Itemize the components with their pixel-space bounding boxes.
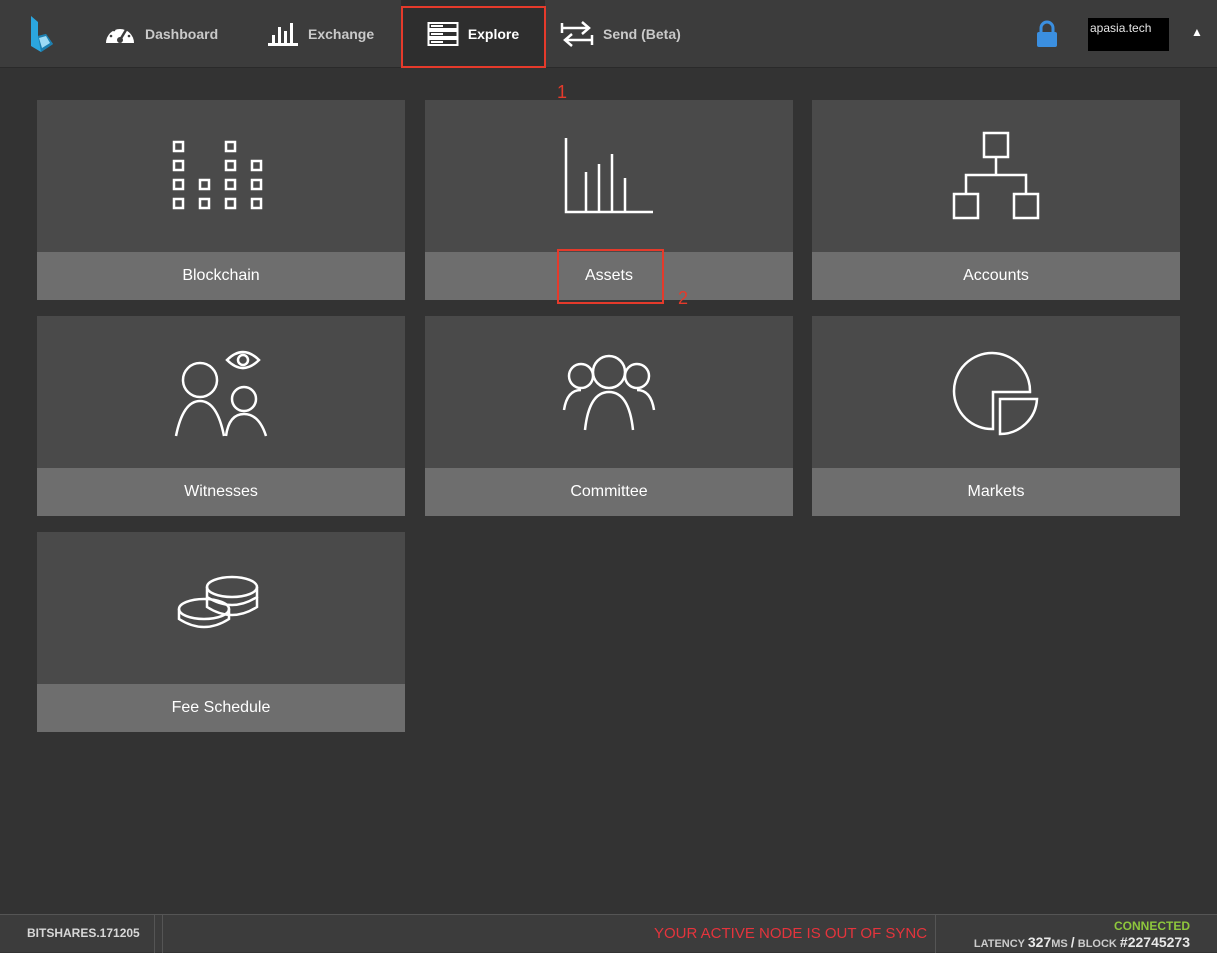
connection-status[interactable]: CONNECTED LATENCY 327MS / BLOCK #2274527… bbox=[935, 915, 1217, 953]
blockchain-blocks-icon bbox=[172, 140, 263, 210]
readout-separator: / bbox=[1070, 934, 1075, 950]
tile-icon-area bbox=[37, 316, 405, 468]
committee-group-icon bbox=[562, 354, 656, 431]
tile-markets-label: Markets bbox=[812, 468, 1180, 516]
version-label[interactable]: BITSHARES.171205 bbox=[0, 915, 155, 953]
bitshares-logo[interactable] bbox=[26, 14, 56, 54]
tile-assets-label: Assets bbox=[425, 252, 793, 300]
tile-blockchain[interactable]: Blockchain bbox=[37, 100, 405, 300]
nav-dashboard[interactable]: Dashboard bbox=[104, 0, 218, 68]
block-label: BLOCK bbox=[1077, 938, 1117, 950]
account-menu-caret-icon[interactable]: ▲ bbox=[1191, 25, 1203, 39]
sync-warning: YOUR ACTIVE NODE IS OUT OF SYNC bbox=[654, 925, 928, 942]
tile-icon-area bbox=[37, 100, 405, 252]
markets-pie-icon bbox=[952, 351, 1039, 436]
tile-icon-area bbox=[812, 100, 1180, 252]
annotation-marker-2: 2 bbox=[678, 288, 689, 308]
block-value: #22745273 bbox=[1119, 934, 1190, 950]
nav-dashboard-label: Dashboard bbox=[145, 26, 219, 42]
tile-blockchain-label: Blockchain bbox=[37, 252, 405, 300]
tile-assets[interactable]: Assets bbox=[425, 100, 793, 300]
nav-exchange-label: Exchange bbox=[308, 26, 375, 42]
status-footer: BITSHARES.171205 YOUR ACTIVE NODE IS OUT… bbox=[0, 914, 1217, 953]
nav-send-label: Send (Beta) bbox=[603, 26, 681, 42]
tile-fee-schedule-label: Fee Schedule bbox=[37, 684, 405, 732]
tile-icon-area bbox=[37, 532, 405, 684]
tile-fee-schedule[interactable]: Fee Schedule bbox=[37, 532, 405, 732]
nav-send[interactable]: Send (Beta) bbox=[560, 0, 681, 68]
latency-unit: MS bbox=[1051, 938, 1068, 950]
account-name-box[interactable]: apasia.tech bbox=[1088, 18, 1169, 51]
dashboard-gauge-icon bbox=[106, 26, 134, 43]
tile-icon-area bbox=[812, 316, 1180, 468]
accounts-hierarchy-icon bbox=[952, 131, 1040, 220]
assets-bar-chart-icon bbox=[564, 138, 653, 214]
nav-explore[interactable]: Explore bbox=[401, 0, 545, 68]
nav-explore-label: Explore bbox=[467, 26, 520, 42]
tile-icon-area bbox=[425, 100, 793, 252]
footer-divider bbox=[155, 915, 163, 953]
witnesses-eye-icon bbox=[174, 350, 268, 437]
tile-icon-area bbox=[425, 316, 793, 468]
latency-block-readout: LATENCY 327MS / BLOCK #22745273 bbox=[974, 934, 1190, 950]
exchange-bars-icon bbox=[268, 23, 298, 46]
tile-witnesses-label: Witnesses bbox=[37, 468, 405, 516]
connected-label: CONNECTED bbox=[1113, 919, 1190, 933]
top-navigation-bar: Dashboard Exchange Explore Send (Beta) a… bbox=[0, 0, 1217, 68]
latency-label: LATENCY bbox=[973, 938, 1025, 950]
tile-accounts[interactable]: Accounts bbox=[812, 100, 1180, 300]
send-arrows-icon bbox=[560, 21, 594, 47]
tile-committee[interactable]: Committee bbox=[425, 316, 793, 516]
fee-coins-icon bbox=[177, 575, 259, 629]
latency-value: 327 bbox=[1027, 934, 1052, 950]
nav-exchange[interactable]: Exchange bbox=[267, 0, 374, 68]
tile-witnesses[interactable]: Witnesses bbox=[37, 316, 405, 516]
explore-server-icon bbox=[427, 22, 459, 46]
tile-markets[interactable]: Markets bbox=[812, 316, 1180, 516]
tile-accounts-label: Accounts bbox=[812, 252, 1180, 300]
tile-committee-label: Committee bbox=[425, 468, 793, 516]
lock-icon[interactable] bbox=[1036, 20, 1058, 48]
